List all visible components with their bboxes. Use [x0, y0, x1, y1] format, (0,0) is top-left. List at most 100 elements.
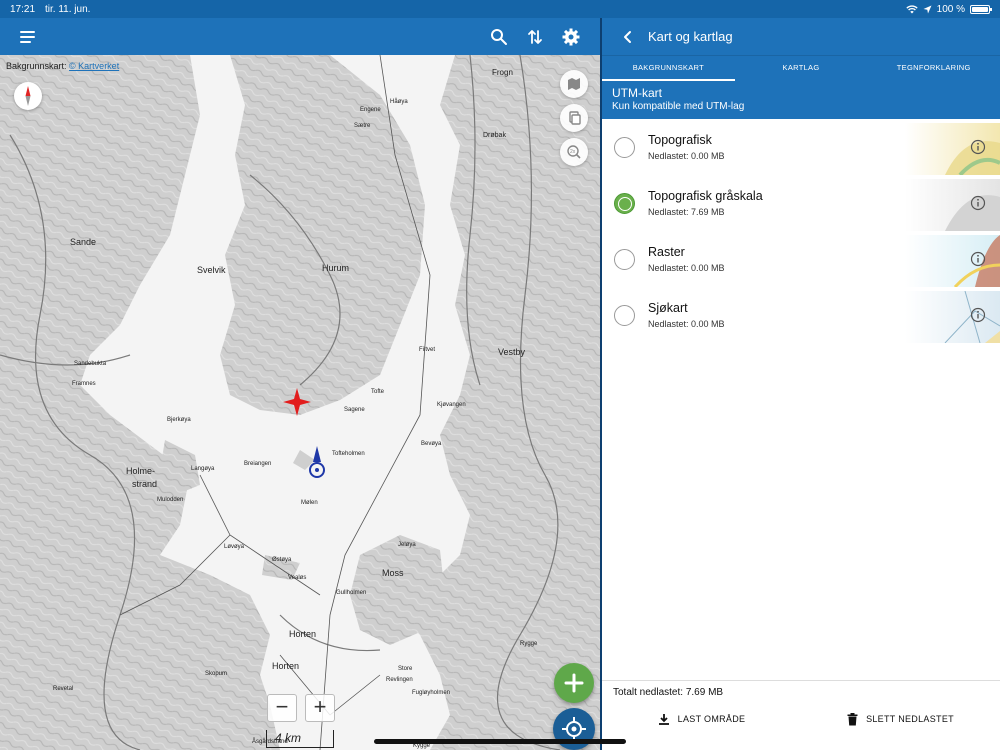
map-label: Engene: [360, 107, 381, 113]
map-layers-icon[interactable]: [560, 70, 588, 98]
map-label: Framnes: [72, 381, 96, 387]
map-option-topografisk[interactable]: Topografisk Nedlastet: 0.00 MB: [602, 119, 1000, 175]
map-label: Breiangen: [244, 461, 271, 467]
radio-button[interactable]: [614, 248, 635, 270]
zoom-out-button[interactable]: −: [267, 694, 297, 722]
download-area-button[interactable]: LAST OMRÅDE: [602, 708, 801, 730]
map-label: Sandebukta: [74, 361, 107, 367]
trash-icon: [847, 712, 858, 725]
info-icon[interactable]: [970, 307, 986, 323]
tab-bakgrunnskart[interactable]: BAKGRUNNSKART: [602, 56, 735, 81]
map-label: Gullholmen: [336, 590, 366, 596]
map-option-downloaded: Nedlastet: 0.00 MB: [648, 319, 725, 329]
map-label: Mølen: [301, 500, 318, 506]
add-button[interactable]: [554, 663, 594, 703]
delete-downloaded-label: SLETT NEDLASTET: [866, 714, 954, 724]
map-label: Hurum: [322, 263, 349, 273]
section-title: UTM-kart: [612, 86, 662, 100]
status-time: 17:21: [10, 3, 36, 15]
panel-tabs: BAKGRUNNSKART KARTLAG TEGNFORKLARING: [602, 55, 1000, 81]
status-bar: 17:21 tir. 11. jun. 100 %: [0, 0, 1000, 18]
map-canvas[interactable]: Sande Svelvik Hurum Drøbak Vestby Holme-…: [0, 55, 601, 750]
map-label: Vestby: [498, 347, 526, 357]
radio-button-selected[interactable]: [614, 192, 635, 214]
map-option-name: Raster: [648, 245, 685, 259]
battery-icon: [970, 4, 992, 14]
map-label: Mulodden: [157, 497, 183, 503]
back-chevron-icon[interactable]: [614, 23, 642, 51]
info-icon[interactable]: [970, 251, 986, 267]
map-label: Frogn: [492, 68, 513, 77]
info-icon[interactable]: [970, 195, 986, 211]
map-label: Revetal: [53, 686, 73, 692]
copy-icon[interactable]: [560, 104, 588, 132]
wifi-icon: [905, 4, 918, 13]
radio-button[interactable]: [614, 304, 635, 326]
tab-tegnforklaring[interactable]: TEGNFORKLARING: [867, 56, 1000, 81]
battery-percent: 100 %: [936, 3, 965, 15]
map-label: strand: [132, 479, 157, 489]
zoom-2x-icon[interactable]: 2x: [560, 138, 588, 166]
map-label: Langøya: [191, 466, 215, 472]
map-label: Bjerkøya: [167, 417, 191, 423]
map-label: Løvøya: [224, 544, 245, 550]
panel-title: Kart og kartlag: [648, 29, 733, 44]
compass-icon[interactable]: [14, 82, 42, 110]
map-label: Sande: [70, 237, 96, 247]
sort-icon[interactable]: [525, 27, 545, 47]
map-label: Svelvik: [197, 265, 226, 275]
download-icon: [658, 713, 669, 725]
map-label: Revlingen: [386, 677, 413, 683]
download-area-label: LAST OMRÅDE: [677, 714, 746, 724]
status-date: tir. 11. jun.: [45, 3, 91, 15]
download-footer: Totalt nedlastet: 7.69 MB LAST OMRÅDE SL…: [602, 680, 1000, 750]
zoom-in-button[interactable]: +: [305, 694, 335, 722]
map-label: Håøya: [390, 98, 408, 105]
map-label: Sagene: [344, 407, 365, 413]
map-settings-panel: Kart og kartlag BAKGRUNNSKART KARTLAG TE…: [602, 18, 1000, 750]
map-label: Store: [398, 666, 413, 672]
map-label: Østøya: [272, 557, 292, 563]
map-label: Moss: [382, 568, 404, 578]
map-label: Jeløya: [398, 542, 416, 548]
gear-icon[interactable]: [561, 27, 581, 47]
location-arrow-icon: [923, 5, 932, 13]
map-toolbar: [0, 18, 601, 55]
section-header: UTM-kart Kun kompatible med UTM-lag: [602, 81, 1000, 119]
map-option-name: Topografisk: [648, 133, 712, 147]
map-label: Horten: [272, 661, 299, 671]
map-label: Rygge: [520, 641, 538, 647]
map-label: Tofte: [371, 389, 385, 395]
map-option-sjokart[interactable]: Sjøkart Nedlastet: 0.00 MB: [602, 287, 1000, 343]
map-option-raster[interactable]: Raster Nedlastet: 0.00 MB: [602, 231, 1000, 287]
home-indicator[interactable]: [374, 739, 626, 744]
map-option-name: Sjøkart: [648, 301, 688, 315]
zoom-controls: − +: [267, 694, 335, 722]
map-label: Sætre: [354, 123, 371, 129]
map-label: Filtvet: [419, 347, 435, 353]
plus-icon: [564, 673, 584, 693]
map-option-downloaded: Nedlastet: 0.00 MB: [648, 151, 725, 161]
map-option-topografisk-graskala[interactable]: Topografisk gråskala Nedlastet: 7.69 MB: [602, 175, 1000, 231]
section-subtitle: Kun kompatible med UTM-lag: [612, 101, 745, 112]
map-label: Kjøvangen: [437, 402, 466, 408]
panel-header: Kart og kartlag: [602, 18, 1000, 55]
map-pane: Sande Svelvik Hurum Drøbak Vestby Holme-…: [0, 18, 601, 750]
attribution-link[interactable]: © Kartverket: [69, 61, 119, 71]
attribution-prefix: Bakgrunnskart:: [6, 61, 67, 71]
radio-button[interactable]: [614, 136, 635, 158]
map-option-name: Topografisk gråskala: [648, 189, 763, 203]
map-option-downloaded: Nedlastet: 0.00 MB: [648, 263, 725, 273]
map-attribution: Bakgrunnskart: © Kartverket: [6, 61, 119, 71]
search-icon[interactable]: [489, 27, 509, 47]
tab-kartlag[interactable]: KARTLAG: [735, 56, 868, 81]
info-icon[interactable]: [970, 139, 986, 155]
menu-icon[interactable]: [17, 26, 39, 48]
pane-divider[interactable]: [600, 0, 602, 750]
map-label: Drøbak: [483, 132, 506, 139]
map-label: Bevøya: [421, 441, 442, 447]
delete-downloaded-button[interactable]: SLETT NEDLASTET: [801, 708, 1000, 730]
total-downloaded: Totalt nedlastet: 7.69 MB: [613, 687, 724, 698]
map-label: Vealøs: [288, 575, 306, 581]
scale-bar: 4 km: [266, 730, 334, 748]
